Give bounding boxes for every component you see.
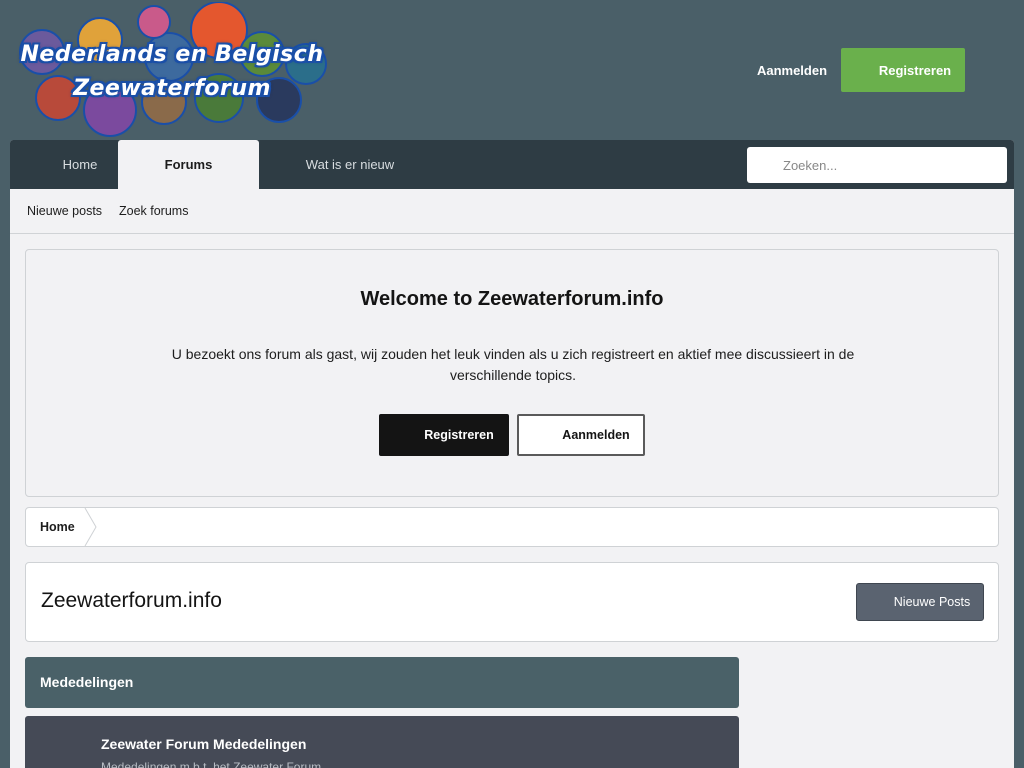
tab-forums[interactable]: Forums (118, 140, 259, 189)
forum-description: Mededelingen m.b.t. het Zeewater Forum (101, 760, 322, 768)
main-container: Home Forums Wat is er nieuw Nieuwe posts… (10, 140, 1014, 768)
page-title: Zeewaterforum.info (41, 589, 222, 612)
search-input[interactable] (747, 147, 1007, 183)
tab-home[interactable]: Home (40, 140, 120, 189)
main-nav: Home Forums Wat is er nieuw (10, 140, 1014, 189)
category-title[interactable]: Mededelingen (40, 674, 133, 690)
site-header: Nederlands en Belgisch Zeewaterforum Aan… (0, 0, 1024, 140)
logo-bubbles-image (19, 2, 327, 137)
welcome-notice: Welcome to Zeewaterforum.info U bezoekt … (25, 249, 999, 497)
category-header[interactable]: Mededelingen (25, 657, 739, 708)
register-button[interactable]: Registreren (841, 48, 965, 92)
new-posts-button[interactable]: Nieuwe Posts (856, 583, 984, 621)
subnav-search-forums[interactable]: Zoek forums (119, 204, 188, 218)
logo-text-line2: Zeewaterforum (73, 76, 271, 101)
welcome-text: U bezoekt ons forum als gast, wij zouden… (171, 346, 855, 383)
logo-text-line1: Nederlands en Belgisch (20, 42, 324, 67)
breadcrumb-separator-icon (84, 508, 97, 546)
tab-whats-new[interactable]: Wat is er nieuw (290, 140, 410, 189)
subnav-new-posts[interactable]: Nieuwe posts (27, 204, 102, 218)
site-logo[interactable]: Nederlands en Belgisch Zeewaterforum (14, 2, 330, 138)
breadcrumb-home[interactable]: Home (40, 508, 75, 546)
sub-nav: Nieuwe posts Zoek forums (10, 189, 1014, 234)
welcome-login-button[interactable]: Aanmelden (517, 414, 645, 456)
breadcrumb: Home (25, 507, 999, 547)
login-button[interactable]: Aanmelden (744, 48, 840, 92)
forum-title[interactable]: Zeewater Forum Mededelingen (101, 736, 306, 752)
forum-row[interactable]: Zeewater Forum Mededelingen Mededelingen… (25, 716, 739, 768)
welcome-title: Welcome to Zeewaterforum.info (360, 288, 664, 310)
page-header: Zeewaterforum.info Nieuwe Posts (25, 562, 999, 642)
welcome-register-button[interactable]: Registreren (379, 414, 509, 456)
